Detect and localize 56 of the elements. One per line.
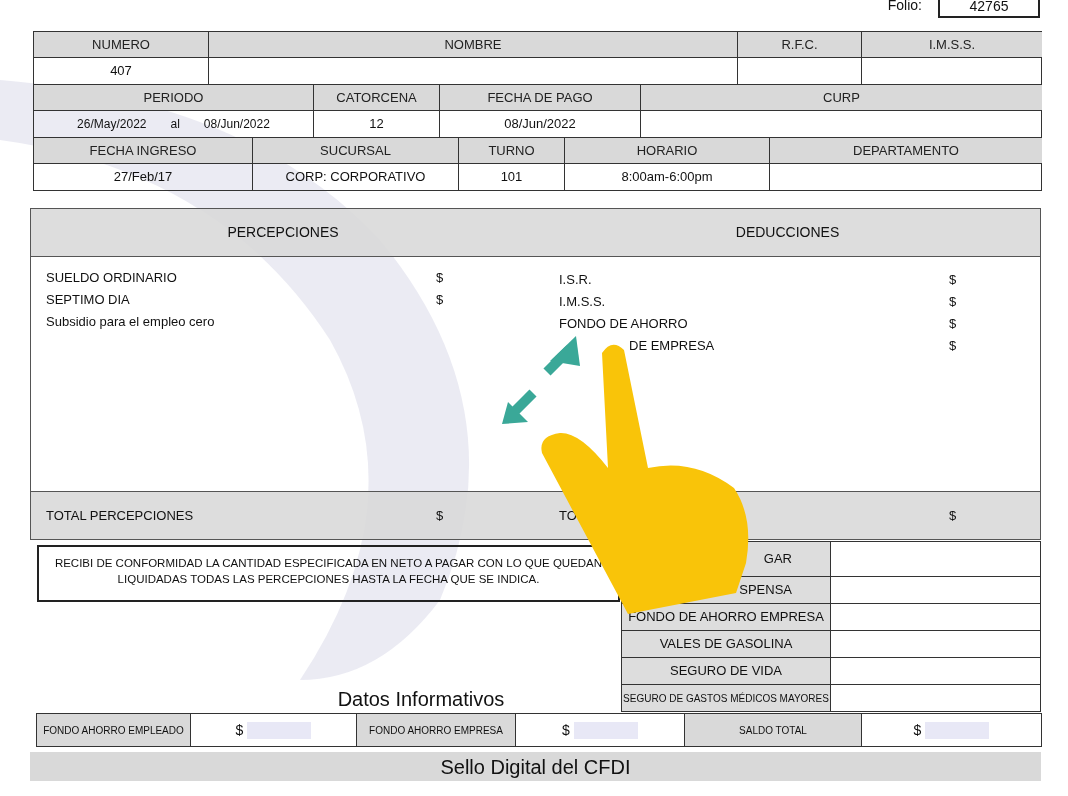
field-value: 08/Jun/2022 [504, 115, 576, 134]
summary-label: SEGURO DE VIDA [622, 658, 831, 684]
column-heading: SUCURSAL [253, 138, 458, 164]
section-title: Datos Informativos [337, 688, 505, 710]
column-heading: CATORCENA [314, 85, 439, 111]
summary-label: VALES DE GASOLINA [622, 631, 831, 657]
line-item-label: SEPTIMO DIA [46, 290, 131, 309]
column-heading: FECHA DE PAGO [440, 85, 640, 111]
field-value: 12 [369, 115, 384, 134]
currency-sign: $ [913, 720, 922, 740]
field-value: 407 [110, 62, 132, 81]
summary-label: FONDO DE AHORRO EMPRESA [622, 604, 831, 630]
field-value: al [170, 116, 180, 133]
seal-heading: Sello Digital del CFDI [30, 752, 1041, 781]
line-item-label: I.S.R. [559, 270, 593, 289]
currency-sign: $ [235, 720, 244, 740]
section-heading: PERCEPCIONES [226, 223, 340, 242]
currency-sign: $ [436, 506, 444, 525]
field-value: CORP: CORPORATIVO [285, 168, 426, 187]
currency-sign: $ [949, 292, 957, 311]
line-item-label: DE EMPRESA [629, 336, 716, 355]
line-item-label: SUELDO ORDINARIO [46, 268, 178, 287]
column-heading: NOMBRE [209, 32, 737, 58]
summary-label: SEGURO DE GASTOS MÉDICOS MAYORES [622, 685, 831, 711]
currency-sign: $ [436, 290, 444, 309]
currency-sign: $ [949, 506, 957, 525]
currency-sign: $ [436, 268, 444, 287]
receipt-statement: RECIBI DE CONFORMIDAD LA CANTIDAD ESPECIFICADA EN NETO A PAGAR CON LO QUE QUEDAN LIQUIDADAS TODAS LAS PERCEPCIONES HASTA LA FECHA QUE SE INDICA. [37, 545, 620, 602]
field-value: 26/May/2022 [77, 116, 147, 133]
total-label: TOTAL PERCEPCIONES [46, 506, 195, 525]
column-heading: DEPARTAMENTO [770, 138, 1042, 164]
info-label: SALDO TOTAL [685, 714, 862, 746]
column-heading: CURP [641, 85, 1042, 111]
column-heading: FECHA INGRESO [34, 138, 252, 164]
line-item-label: I.M.S.S. [559, 292, 607, 311]
column-heading: NUMERO [34, 32, 208, 58]
info-label: FONDO AHORRO EMPRESA [357, 714, 516, 746]
currency-sign: $ [949, 336, 957, 355]
line-item-label: Subsidio para el empleo cero [46, 312, 216, 331]
column-heading: TURNO [459, 138, 564, 164]
column-heading: R.F.C. [738, 32, 861, 58]
currency-sign: $ [949, 270, 957, 289]
column-heading: PERIODO [34, 85, 313, 111]
folio-label: Folio: [887, 0, 922, 15]
info-label: FONDO AHORRO EMPLEADO [37, 714, 191, 746]
field-value: 8:00am-6:00pm [621, 168, 713, 187]
field-value: 101 [500, 168, 523, 187]
folio-number: 42765 [938, 0, 1040, 18]
field-value: 08/Jun/2022 [203, 116, 270, 133]
currency-sign: $ [562, 720, 570, 740]
column-heading: HORARIO [565, 138, 769, 164]
field-value: 27/Feb/17 [113, 168, 173, 187]
column-heading: I.M.S.S. [862, 32, 1042, 58]
line-item-label: FONDO DE AHORRO [559, 314, 689, 333]
section-heading: DEDUCCIONES [734, 223, 841, 242]
currency-sign: $ [949, 314, 957, 333]
